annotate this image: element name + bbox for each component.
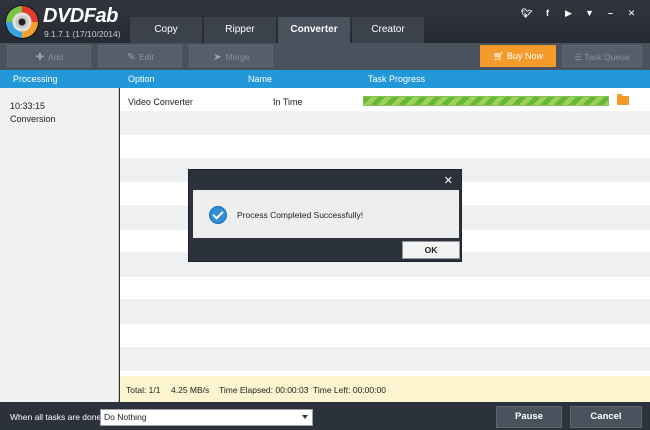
buy-now-label: Buy Now <box>506 51 543 61</box>
dialog-body: Process Completed Successfully! <box>193 190 459 238</box>
dialog-close-icon[interactable]: ✕ <box>444 174 453 187</box>
tab-ripper[interactable]: Ripper <box>204 17 276 43</box>
processing-panel: 10:33:15 Conversion <box>0 88 119 402</box>
merge-icon: ➤ <box>213 52 222 63</box>
add-button[interactable]: ✚ Add <box>7 45 91 67</box>
plus-icon: ✚ <box>35 52 45 63</box>
column-name: Name <box>248 74 273 84</box>
dialog-message: Process Completed Successfully! <box>237 210 364 220</box>
table-row <box>120 276 650 301</box>
table-row <box>120 135 650 159</box>
merge-button[interactable]: ➤ Merge <box>189 45 273 67</box>
tab-creator[interactable]: Creator <box>352 17 424 43</box>
youtube-icon[interactable]: ▶ <box>558 6 579 20</box>
column-headers: Processing Option Name Task Progress <box>0 70 650 88</box>
task-progress-bar <box>363 96 609 106</box>
main-tabs: Copy Ripper Converter Creator <box>130 17 426 43</box>
app-logo: DVDFab 9.1.7.1 (17/10/2014) <box>6 4 126 40</box>
list-icon: ☰ <box>574 52 585 62</box>
table-row <box>120 347 650 372</box>
cancel-button[interactable]: Cancel <box>570 406 642 428</box>
edit-button[interactable]: ✎ Edit <box>98 45 182 67</box>
status-time-left: Time Left: 00:00:00 <box>313 385 386 395</box>
task-queue-label: Task Queue <box>584 52 630 62</box>
table-row[interactable]: Video Converter In Time <box>120 88 650 112</box>
add-button-label: Add <box>47 52 64 62</box>
status-time-elapsed: Time Elapsed: 00:00:03 <box>219 385 309 395</box>
dropdown-icon[interactable]: ▼ <box>579 6 600 20</box>
app-name: DVDFab <box>43 5 118 27</box>
tab-converter[interactable]: Converter <box>278 17 350 43</box>
processing-status: Conversion <box>10 114 56 124</box>
when-done-label: When all tasks are done: <box>10 412 104 422</box>
window-controls: 🐦︎ f ▶ ▼ – ✕ <box>516 6 642 20</box>
checkmark-icon <box>209 206 227 224</box>
pause-button[interactable]: Pause <box>496 406 562 428</box>
toolbar: ✚ Add ✎ Edit ➤ Merge 🛒︎ Buy Now ☰ Task Queu… <box>0 43 650 70</box>
table-row <box>120 323 650 348</box>
edit-button-label: Edit <box>139 52 154 62</box>
tab-copy[interactable]: Copy <box>130 17 202 43</box>
minimize-icon[interactable]: – <box>600 6 621 20</box>
cart-icon: 🛒︎ <box>493 51 507 61</box>
task-name: In Time <box>273 97 303 107</box>
when-done-value: Do Nothing <box>104 412 147 422</box>
task-option: Video Converter <box>128 97 193 107</box>
when-done-select[interactable]: Do Nothing <box>100 409 313 426</box>
status-total: Total: 1/1 <box>126 385 161 395</box>
ok-button[interactable]: OK <box>402 241 460 259</box>
task-queue-button[interactable]: ☰ Task Queue <box>562 45 642 67</box>
facebook-icon[interactable]: f <box>537 6 558 20</box>
buy-now-button[interactable]: 🛒︎ Buy Now <box>480 45 556 67</box>
app-version: 9.1.7.1 (17/10/2014) <box>44 29 121 39</box>
folder-icon[interactable] <box>617 94 629 105</box>
column-processing: Processing <box>13 74 58 84</box>
chevron-down-icon <box>302 415 308 419</box>
twitter-icon[interactable]: 🐦︎ <box>516 6 537 20</box>
status-speed: 4.25 MB/s <box>171 385 210 395</box>
column-option: Option <box>128 74 155 84</box>
app-header: DVDFab 9.1.7.1 (17/10/2014) Copy Ripper … <box>0 0 650 43</box>
dvdfab-disc-icon <box>6 6 38 38</box>
status-bar: Total: 1/1 4.25 MB/s Time Elapsed: 00:00… <box>120 376 650 402</box>
processing-time: 10:33:15 <box>10 101 46 111</box>
column-task-progress: Task Progress <box>368 74 426 84</box>
footer-bar: When all tasks are done: Do Nothing Paus… <box>0 402 650 430</box>
table-row <box>120 300 650 324</box>
close-icon[interactable]: ✕ <box>621 6 642 20</box>
merge-button-label: Merge <box>225 52 250 62</box>
edit-icon: ✎ <box>126 52 136 63</box>
table-row <box>120 111 650 136</box>
completion-dialog: ✕ Process Completed Successfully! OK <box>188 169 462 262</box>
